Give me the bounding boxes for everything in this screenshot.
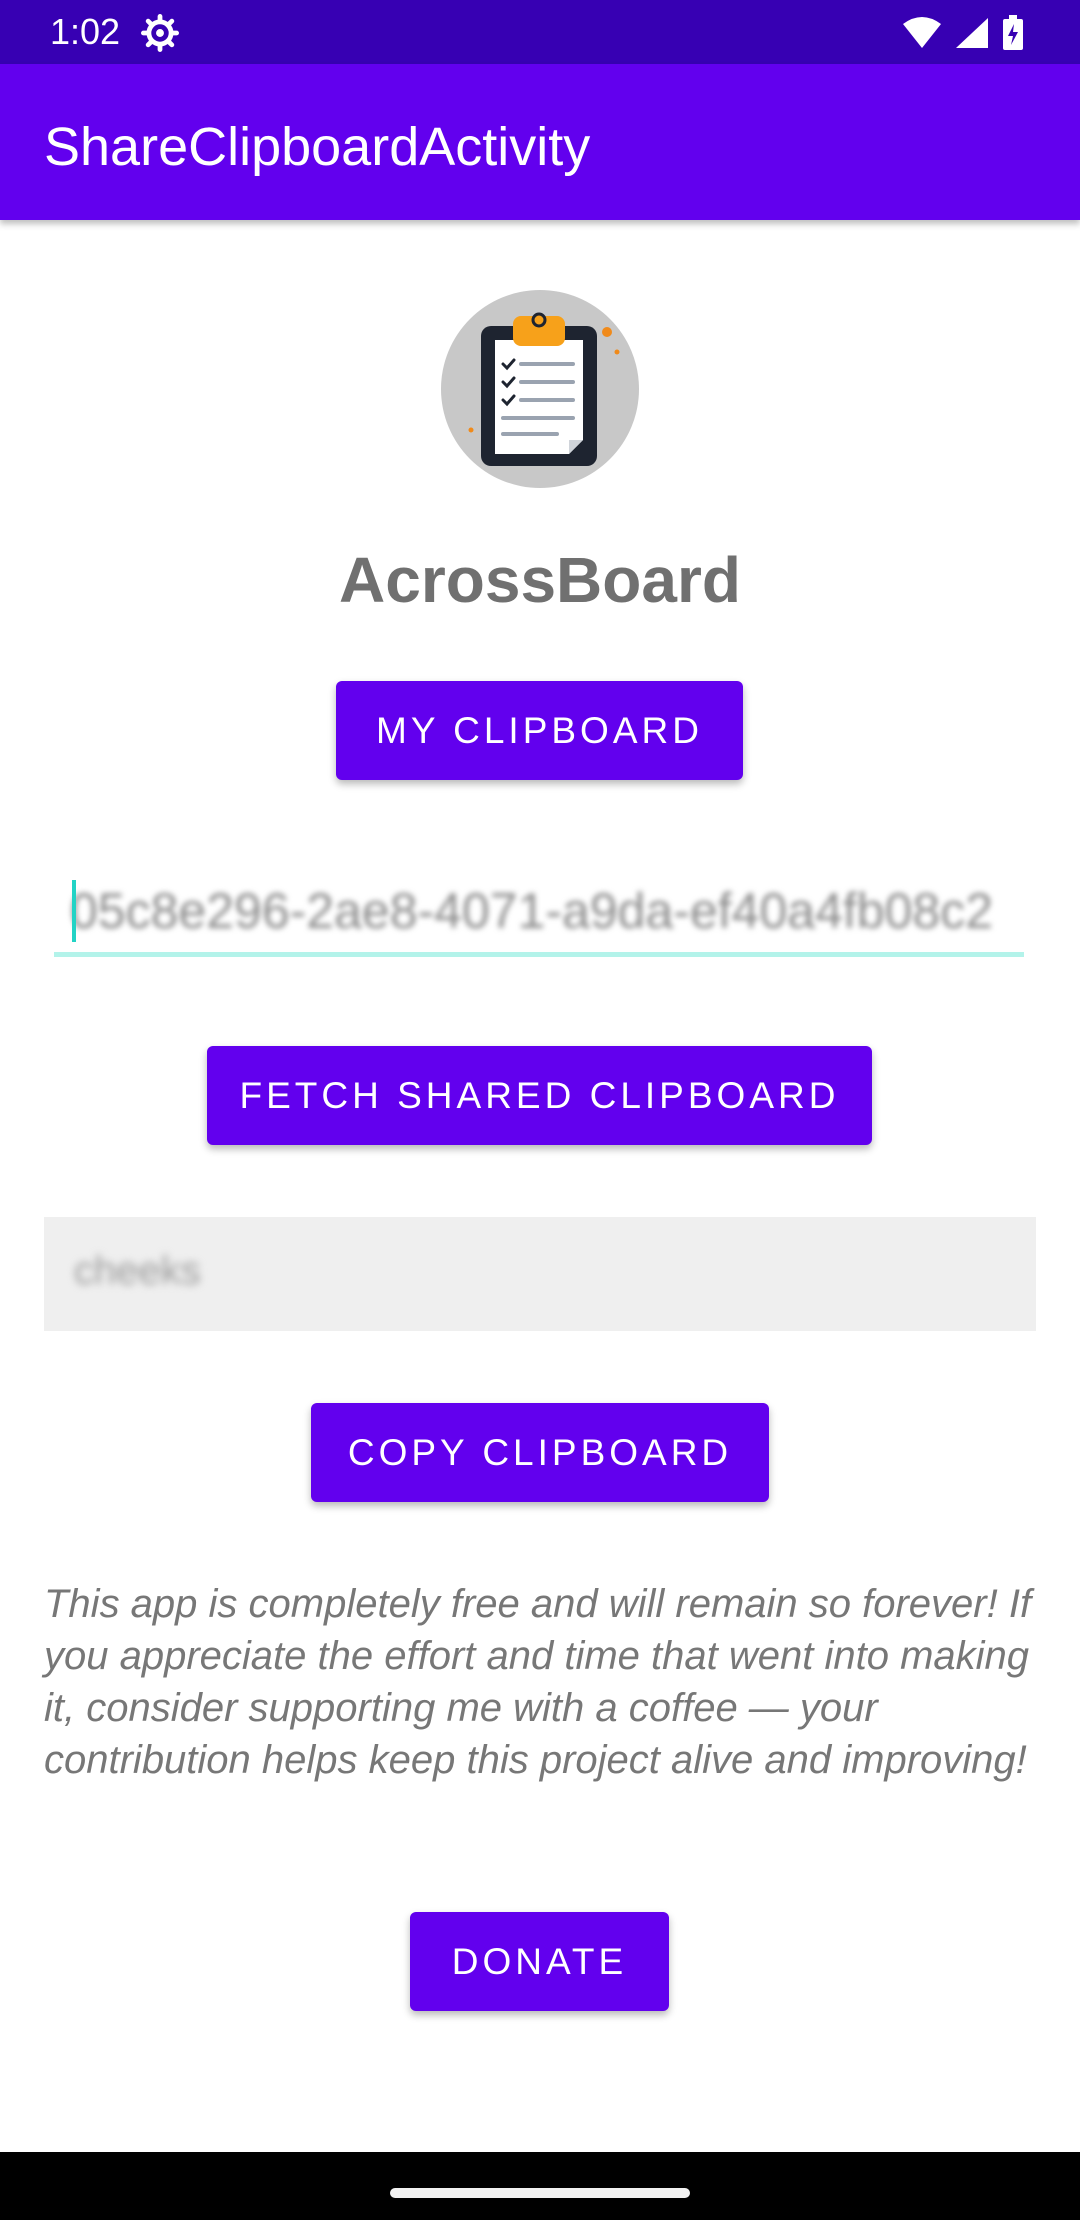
home-handle[interactable]: [390, 2188, 690, 2198]
clipboard-content-box[interactable]: cheeks: [44, 1217, 1036, 1331]
copy-clipboard-button[interactable]: COPY CLIPBOARD: [311, 1403, 769, 1502]
donate-button[interactable]: DONATE: [410, 1912, 669, 2011]
fetch-shared-clipboard-button[interactable]: FETCH SHARED CLIPBOARD: [207, 1046, 872, 1145]
clipboard-content-text: cheeks: [74, 1249, 201, 1293]
app-logo: [441, 290, 639, 488]
app-bar: ShareClipboardActivity: [0, 64, 1080, 220]
app-name-heading: AcrossBoard: [339, 544, 741, 616]
text-cursor: [72, 880, 76, 942]
clipboard-icon: [468, 312, 620, 466]
my-clipboard-button[interactable]: MY CLIPBOARD: [336, 681, 743, 780]
clipboard-id-value: 05c8e296-2ae8-4071-a9da-ef40a4fb08c2: [70, 883, 993, 939]
donation-note: This app is completely free and will rem…: [44, 1582, 1032, 1782]
app-bar-title: ShareClipboardActivity: [44, 117, 591, 177]
battery-icon: [1003, 15, 1023, 50]
navigation-bar: [0, 2152, 1080, 2220]
clipboard-id-field[interactable]: 05c8e296-2ae8-4071-a9da-ef40a4fb08c2: [54, 872, 1024, 957]
status-bar: 1:02: [0, 0, 1080, 64]
signal-icon: [956, 18, 988, 48]
status-time: 1:02: [50, 11, 121, 52]
wifi-icon: [903, 17, 941, 48]
status-icons: [902, 14, 1024, 52]
settings-gear-icon: [141, 14, 179, 52]
